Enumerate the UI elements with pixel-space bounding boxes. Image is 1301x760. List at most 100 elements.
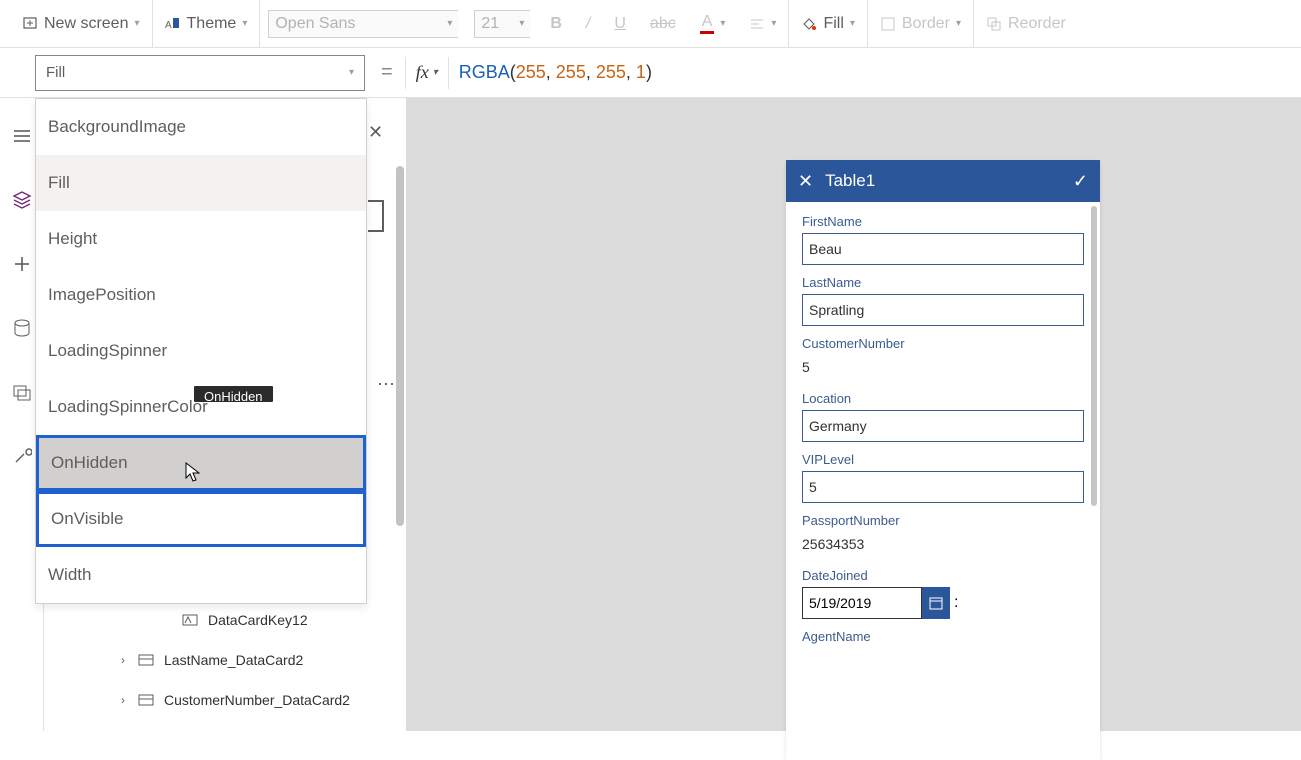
new-screen-label: New screen	[44, 15, 128, 33]
dropdown-item-fill[interactable]: Fill	[36, 155, 366, 211]
lastname-label: LastName	[802, 275, 1084, 290]
formula-input[interactable]: RGBA(255, 255, 255, 1)	[459, 62, 652, 84]
property-dropdown: BackgroundImage Fill Height ImagePositio…	[35, 98, 367, 604]
chevron-right-icon: ›	[118, 693, 128, 707]
reorder-button[interactable]: Reorder	[974, 0, 1078, 47]
property-selector[interactable]: Fill ▾	[35, 55, 365, 91]
tree-item-datacardkey12[interactable]: DataCardKey12	[118, 600, 388, 640]
tree-view-partial: DataCardKey12 › LastName_DataCard2 › Cus…	[118, 600, 388, 720]
customernumber-label: CustomerNumber	[802, 336, 1084, 351]
card-icon	[138, 652, 154, 668]
chevron-right-icon: ›	[118, 653, 128, 667]
reorder-label: Reorder	[1008, 15, 1066, 33]
form-scrollbar[interactable]	[1091, 206, 1097, 506]
form-title: Table1	[813, 171, 1073, 191]
dropdown-item-onvisible[interactable]: OnVisible	[36, 491, 366, 547]
label-icon	[182, 612, 198, 628]
dropdown-item-width[interactable]: Width	[36, 547, 366, 603]
svg-text:A: A	[165, 20, 172, 31]
field-viplevel: VIPLevel	[802, 452, 1084, 503]
location-label: Location	[802, 391, 1084, 406]
font-size: 21	[481, 15, 499, 33]
field-passport: PassportNumber 25634353	[802, 513, 1084, 558]
panel-scrollbar[interactable]	[396, 100, 404, 729]
align-icon	[749, 16, 765, 32]
strike-button[interactable]: abc	[638, 0, 688, 47]
chevron-down-icon: ▾	[519, 18, 524, 29]
dropdown-item-onhidden[interactable]: OnHidden	[36, 435, 366, 491]
dropdown-item-height[interactable]: Height	[36, 211, 366, 267]
field-datejoined: DateJoined :	[802, 568, 1084, 619]
property-selector-value: Fill	[46, 64, 65, 81]
theme-button[interactable]: A Theme ▾	[153, 0, 261, 47]
field-customernumber: CustomerNumber 5	[802, 336, 1084, 381]
tools-icon[interactable]	[12, 446, 32, 466]
top-toolbar: New screen ▾ A Theme ▾ Open Sans ▾ 21 ▾ …	[0, 0, 1301, 48]
more-icon[interactable]: ⋯	[377, 374, 397, 395]
calendar-icon[interactable]	[922, 587, 950, 619]
chevron-down-icon: ▾	[134, 18, 139, 29]
cancel-icon[interactable]: ✕	[798, 171, 813, 192]
reorder-icon	[986, 16, 1002, 32]
insert-icon[interactable]	[12, 254, 32, 274]
phone-preview: ✕ Table1 ✓ FirstName LastName CustomerNu…	[786, 160, 1100, 760]
submit-icon[interactable]: ✓	[1073, 171, 1088, 192]
tooltip: OnHidden	[194, 386, 273, 402]
border-label: Border	[902, 15, 950, 33]
close-panel-icon[interactable]: ✕	[368, 122, 383, 143]
font-select[interactable]: Open Sans ▾	[268, 10, 458, 38]
datejoined-label: DateJoined	[802, 568, 1084, 583]
location-input[interactable]	[802, 410, 1084, 442]
fill-icon	[801, 16, 817, 32]
equals-sign: =	[381, 61, 393, 84]
field-agentname: AgentName	[802, 629, 1084, 644]
field-firstname: FirstName	[802, 214, 1084, 265]
agentname-label: AgentName	[802, 629, 1084, 644]
italic-button[interactable]: /	[574, 0, 602, 47]
font-size-select[interactable]: 21 ▾	[474, 10, 530, 38]
font-name: Open Sans	[275, 15, 355, 33]
firstname-input[interactable]	[802, 233, 1084, 265]
datejoined-input[interactable]	[802, 587, 922, 619]
underline-button[interactable]: U	[602, 0, 638, 47]
border-icon	[880, 16, 896, 32]
chevron-down-icon: ▾	[447, 18, 452, 29]
new-screen-icon	[22, 16, 38, 32]
fx-button[interactable]: fx ▾	[416, 62, 438, 83]
align-button[interactable]: ▾	[737, 0, 789, 47]
chevron-down-icon: ▾	[349, 67, 354, 78]
lastname-input[interactable]	[802, 294, 1084, 326]
chevron-down-icon: ▾	[242, 18, 247, 29]
fill-label: Fill	[823, 15, 843, 33]
time-separator: :	[950, 594, 958, 612]
fill-button[interactable]: Fill ▾	[789, 0, 867, 47]
firstname-label: FirstName	[802, 214, 1084, 229]
border-button[interactable]: Border ▾	[868, 0, 974, 47]
form-header: ✕ Table1 ✓	[786, 160, 1100, 202]
formula-bar: Fill ▾ = fx ▾ RGBA(255, 255, 255, 1)	[0, 48, 1301, 98]
theme-label: Theme	[187, 15, 237, 33]
search-box-stub	[368, 200, 384, 232]
viplevel-input[interactable]	[802, 471, 1084, 503]
data-icon[interactable]	[12, 318, 32, 338]
field-location: Location	[802, 391, 1084, 442]
tree-item-customernumber-datacard[interactable]: › CustomerNumber_DataCard2	[118, 680, 388, 720]
media-icon[interactable]	[12, 382, 32, 402]
viplevel-label: VIPLevel	[802, 452, 1084, 467]
bold-button[interactable]: B	[538, 0, 574, 47]
field-lastname: LastName	[802, 275, 1084, 326]
dropdown-item-loadingspinner[interactable]: LoadingSpinner	[36, 323, 366, 379]
dropdown-item-backgroundimage[interactable]: BackgroundImage	[36, 99, 366, 155]
new-screen-button[interactable]: New screen ▾	[10, 0, 153, 47]
canvas: ✕ Table1 ✓ FirstName LastName CustomerNu…	[406, 98, 1301, 731]
dropdown-item-imageposition[interactable]: ImagePosition	[36, 267, 366, 323]
chevron-down-icon: ▾	[850, 18, 855, 29]
font-color-button[interactable]: A▾	[688, 0, 738, 47]
theme-icon: A	[165, 16, 181, 32]
tree-item-lastname-datacard[interactable]: › LastName_DataCard2	[118, 640, 388, 680]
customernumber-value: 5	[802, 355, 1084, 381]
tree-view-icon[interactable]	[12, 190, 32, 210]
hamburger-icon[interactable]	[12, 126, 32, 146]
passport-value: 25634353	[802, 532, 1084, 558]
passport-label: PassportNumber	[802, 513, 1084, 528]
